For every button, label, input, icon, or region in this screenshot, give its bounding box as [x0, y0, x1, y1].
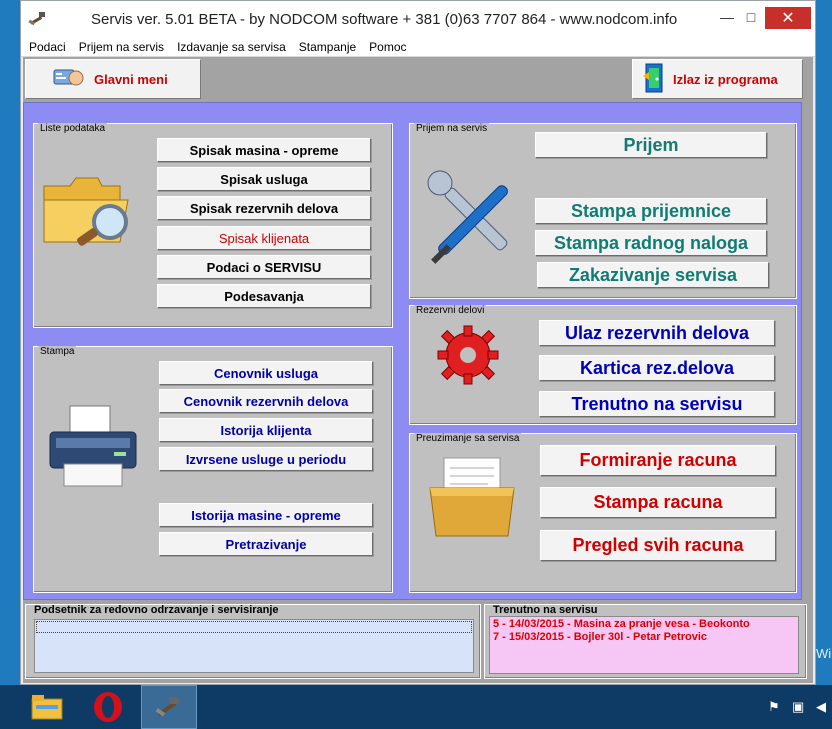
- podaci-o-servisu-button[interactable]: Podaci o SERVISU: [157, 255, 371, 279]
- main-menu-button[interactable]: Glavni meni: [25, 59, 201, 99]
- trenutno-list[interactable]: 5 - 14/03/2015 - Masina za pranje vesa -…: [489, 616, 799, 674]
- podsetnik-list[interactable]: [34, 619, 474, 673]
- stampa-title: Stampa: [38, 346, 77, 357]
- zakazivanje-servisa-button[interactable]: Zakazivanje servisa: [537, 262, 769, 288]
- exit-door-icon: [641, 62, 667, 97]
- izvrsene-usluge-button[interactable]: Izvrsene usluge u periodu: [159, 447, 373, 471]
- list-item[interactable]: 5 - 14/03/2015 - Masina za pranje vesa -…: [493, 618, 795, 631]
- istorija-klijenta-button[interactable]: Istorija klijenta: [159, 418, 373, 442]
- taskbar-servis-app[interactable]: [141, 685, 197, 729]
- trenutno-na-servisu-button[interactable]: Trenutno na servisu: [539, 391, 775, 417]
- stampa-prijemnice-button[interactable]: Stampa prijemnice: [535, 198, 767, 224]
- spisak-rezervnih-delova-button[interactable]: Spisak rezervnih delova: [157, 196, 371, 220]
- spisak-masina-button[interactable]: Spisak masina - opreme: [157, 138, 371, 162]
- volume-icon[interactable]: ◀: [816, 699, 826, 715]
- opera-icon[interactable]: [80, 685, 136, 729]
- spisak-usluga-button[interactable]: Spisak usluga: [157, 167, 371, 191]
- main-menu-label: Glavni meni: [94, 71, 168, 87]
- stampa-panel: Stampa Cenovnik usluga Cenovnik rezervni…: [33, 346, 393, 593]
- app-window: Servis ver. 5.01 BETA - by NODCOM softwa…: [20, 0, 816, 685]
- prijem-title: Prijem na servis: [414, 123, 490, 134]
- list-item[interactable]: 7 - 15/03/2015 - Bojler 30l - Petar Petr…: [493, 631, 795, 644]
- menu-izdavanje[interactable]: Izdavanje sa servisa: [172, 40, 291, 54]
- window-title: Servis ver. 5.01 BETA - by NODCOM softwa…: [91, 10, 678, 28]
- menu-podaci[interactable]: Podaci: [24, 40, 71, 54]
- rezervni-title: Rezervni delovi: [414, 305, 487, 316]
- close-button[interactable]: ✕: [765, 7, 811, 29]
- exit-button[interactable]: Izlaz iz programa: [632, 59, 803, 99]
- pretrazivanje-button[interactable]: Pretrazivanje: [159, 532, 373, 556]
- podsetnik-selected-row[interactable]: [36, 621, 472, 633]
- cenovnik-rezervnih-delova-button[interactable]: Cenovnik rezervnih delova: [159, 389, 373, 413]
- podsetnik-title: Podsetnik za redovno odrzavanje i servis…: [34, 604, 279, 616]
- main-area: Glavni meni Izlaz iz programa Liste poda…: [23, 57, 813, 683]
- menu-bar: Podaci Prijem na servis Izdavanje sa ser…: [21, 37, 815, 57]
- stampa-racuna-button[interactable]: Stampa racuna: [540, 487, 776, 518]
- title-bar[interactable]: Servis ver. 5.01 BETA - by NODCOM softwa…: [21, 1, 815, 37]
- spisak-klijenata-button[interactable]: Spisak klijenata: [157, 226, 371, 250]
- main-menu-icon: [52, 64, 88, 95]
- desktop-watermark: Wi: [816, 646, 832, 661]
- hammer-icon[interactable]: [25, 6, 51, 32]
- cenovnik-usluga-button[interactable]: Cenovnik usluga: [159, 361, 373, 385]
- flag-icon[interactable]: ⚑: [768, 699, 780, 715]
- liste-title: Liste podataka: [38, 123, 108, 134]
- dashboard-panel: Liste podataka Spisak masina - opreme Sp…: [23, 102, 802, 600]
- taskbar: ⚑ ▣ ◀: [0, 685, 832, 729]
- gear-icon: [430, 322, 510, 391]
- liste-panel: Liste podataka Spisak masina - opreme Sp…: [33, 123, 393, 328]
- menu-prijem[interactable]: Prijem na servis: [74, 40, 169, 54]
- pregled-svih-racuna-button[interactable]: Pregled svih racuna: [540, 530, 776, 561]
- trenutno-title: Trenutno na servisu: [493, 604, 598, 616]
- network-icon[interactable]: ▣: [792, 699, 804, 715]
- file-explorer-icon[interactable]: [19, 685, 75, 729]
- podesavanja-button[interactable]: Podesavanja: [157, 284, 371, 308]
- prijem-panel: Prijem na servis Prijem Stampa prijemnic…: [409, 123, 797, 299]
- trenutno-panel: Trenutno na servisu 5 - 14/03/2015 - Mas…: [484, 604, 807, 679]
- printer-icon: [46, 402, 140, 497]
- podsetnik-panel: Podsetnik za redovno odrzavanje i servis…: [25, 604, 481, 679]
- exit-label: Izlaz iz programa: [673, 71, 778, 87]
- formiranje-racuna-button[interactable]: Formiranje racuna: [540, 445, 776, 476]
- menu-stampanje[interactable]: Stampanje: [294, 40, 361, 54]
- prijem-button[interactable]: Prijem: [535, 132, 767, 158]
- rezervni-panel: Rezervni delovi Ulaz rezervnih delova Ka…: [409, 305, 797, 425]
- kartica-rez-delova-button[interactable]: Kartica rez.delova: [539, 355, 775, 381]
- stampa-radnog-naloga-button[interactable]: Stampa radnog naloga: [535, 230, 767, 256]
- folder-search-icon: [40, 172, 136, 261]
- maximize-button[interactable]: □: [737, 7, 765, 27]
- tools-icon: [422, 169, 522, 272]
- preuzimanje-panel: Preuzimanje sa servisa Formiranje racuna…: [409, 433, 797, 593]
- file-folder-icon: [426, 456, 518, 543]
- menu-pomoc[interactable]: Pomoc: [364, 40, 411, 54]
- istorija-masine-button[interactable]: Istorija masine - opreme: [159, 503, 373, 527]
- preuzimanje-title: Preuzimanje sa servisa: [414, 433, 522, 444]
- ulaz-rezervnih-delova-button[interactable]: Ulaz rezervnih delova: [539, 320, 775, 346]
